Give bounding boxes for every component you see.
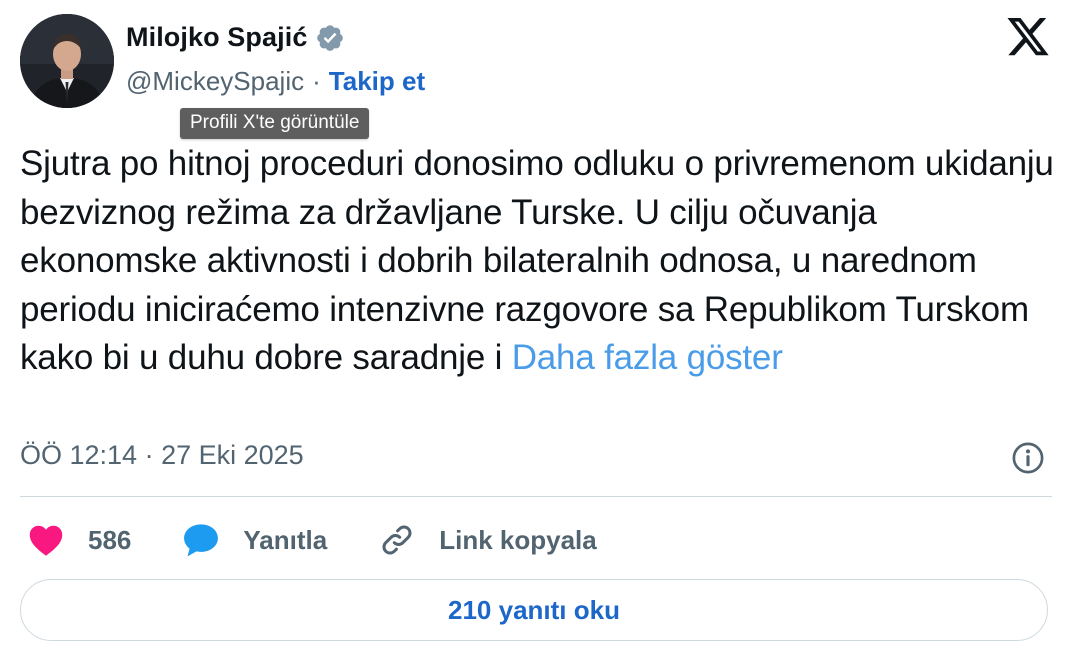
author-name-row: Milojko Spajić bbox=[126, 22, 345, 53]
action-bar: 586 Yanıtla Link kopyala bbox=[20, 518, 597, 562]
speech-bubble-icon bbox=[181, 520, 221, 560]
link-icon bbox=[377, 520, 417, 560]
x-logo-icon[interactable] bbox=[1004, 18, 1052, 60]
reply-label: Yanıtla bbox=[243, 524, 328, 555]
verified-badge-icon bbox=[315, 23, 345, 53]
handle-separator: · bbox=[312, 66, 321, 96]
post-text: Sjutra po hitnoj proceduri donosimo odlu… bbox=[20, 140, 1060, 383]
copy-link-label: Link kopyala bbox=[439, 524, 597, 555]
embedded-post-card: Milojko Spajić @MickeySpajic · Takip et … bbox=[0, 0, 1078, 668]
like-button[interactable]: 586 bbox=[26, 520, 131, 560]
heart-icon bbox=[26, 520, 66, 560]
profile-tooltip: Profili X'te görüntüle bbox=[180, 108, 370, 139]
author-display-name[interactable]: Milojko Spajić bbox=[126, 22, 307, 53]
avatar-image bbox=[20, 14, 114, 108]
author-handle[interactable]: @MickeySpajic bbox=[126, 66, 304, 97]
read-replies-label: 210 yanıtı oku bbox=[448, 594, 620, 625]
info-icon[interactable] bbox=[1010, 440, 1046, 476]
reply-button[interactable]: Yanıtla bbox=[181, 520, 327, 560]
like-count: 586 bbox=[88, 524, 132, 555]
author-handle-row: @MickeySpajic · Takip et bbox=[126, 66, 425, 97]
divider bbox=[20, 496, 1052, 497]
copy-link-button[interactable]: Link kopyala bbox=[377, 520, 597, 560]
show-more-link[interactable]: Daha fazla göster bbox=[512, 338, 783, 377]
author-avatar[interactable] bbox=[20, 14, 114, 108]
follow-button[interactable]: Takip et bbox=[329, 66, 425, 97]
post-timestamp[interactable]: ÖÖ 12:14 · 27 Eki 2025 bbox=[20, 440, 304, 471]
read-replies-button[interactable]: 210 yanıtı oku bbox=[20, 579, 1048, 641]
